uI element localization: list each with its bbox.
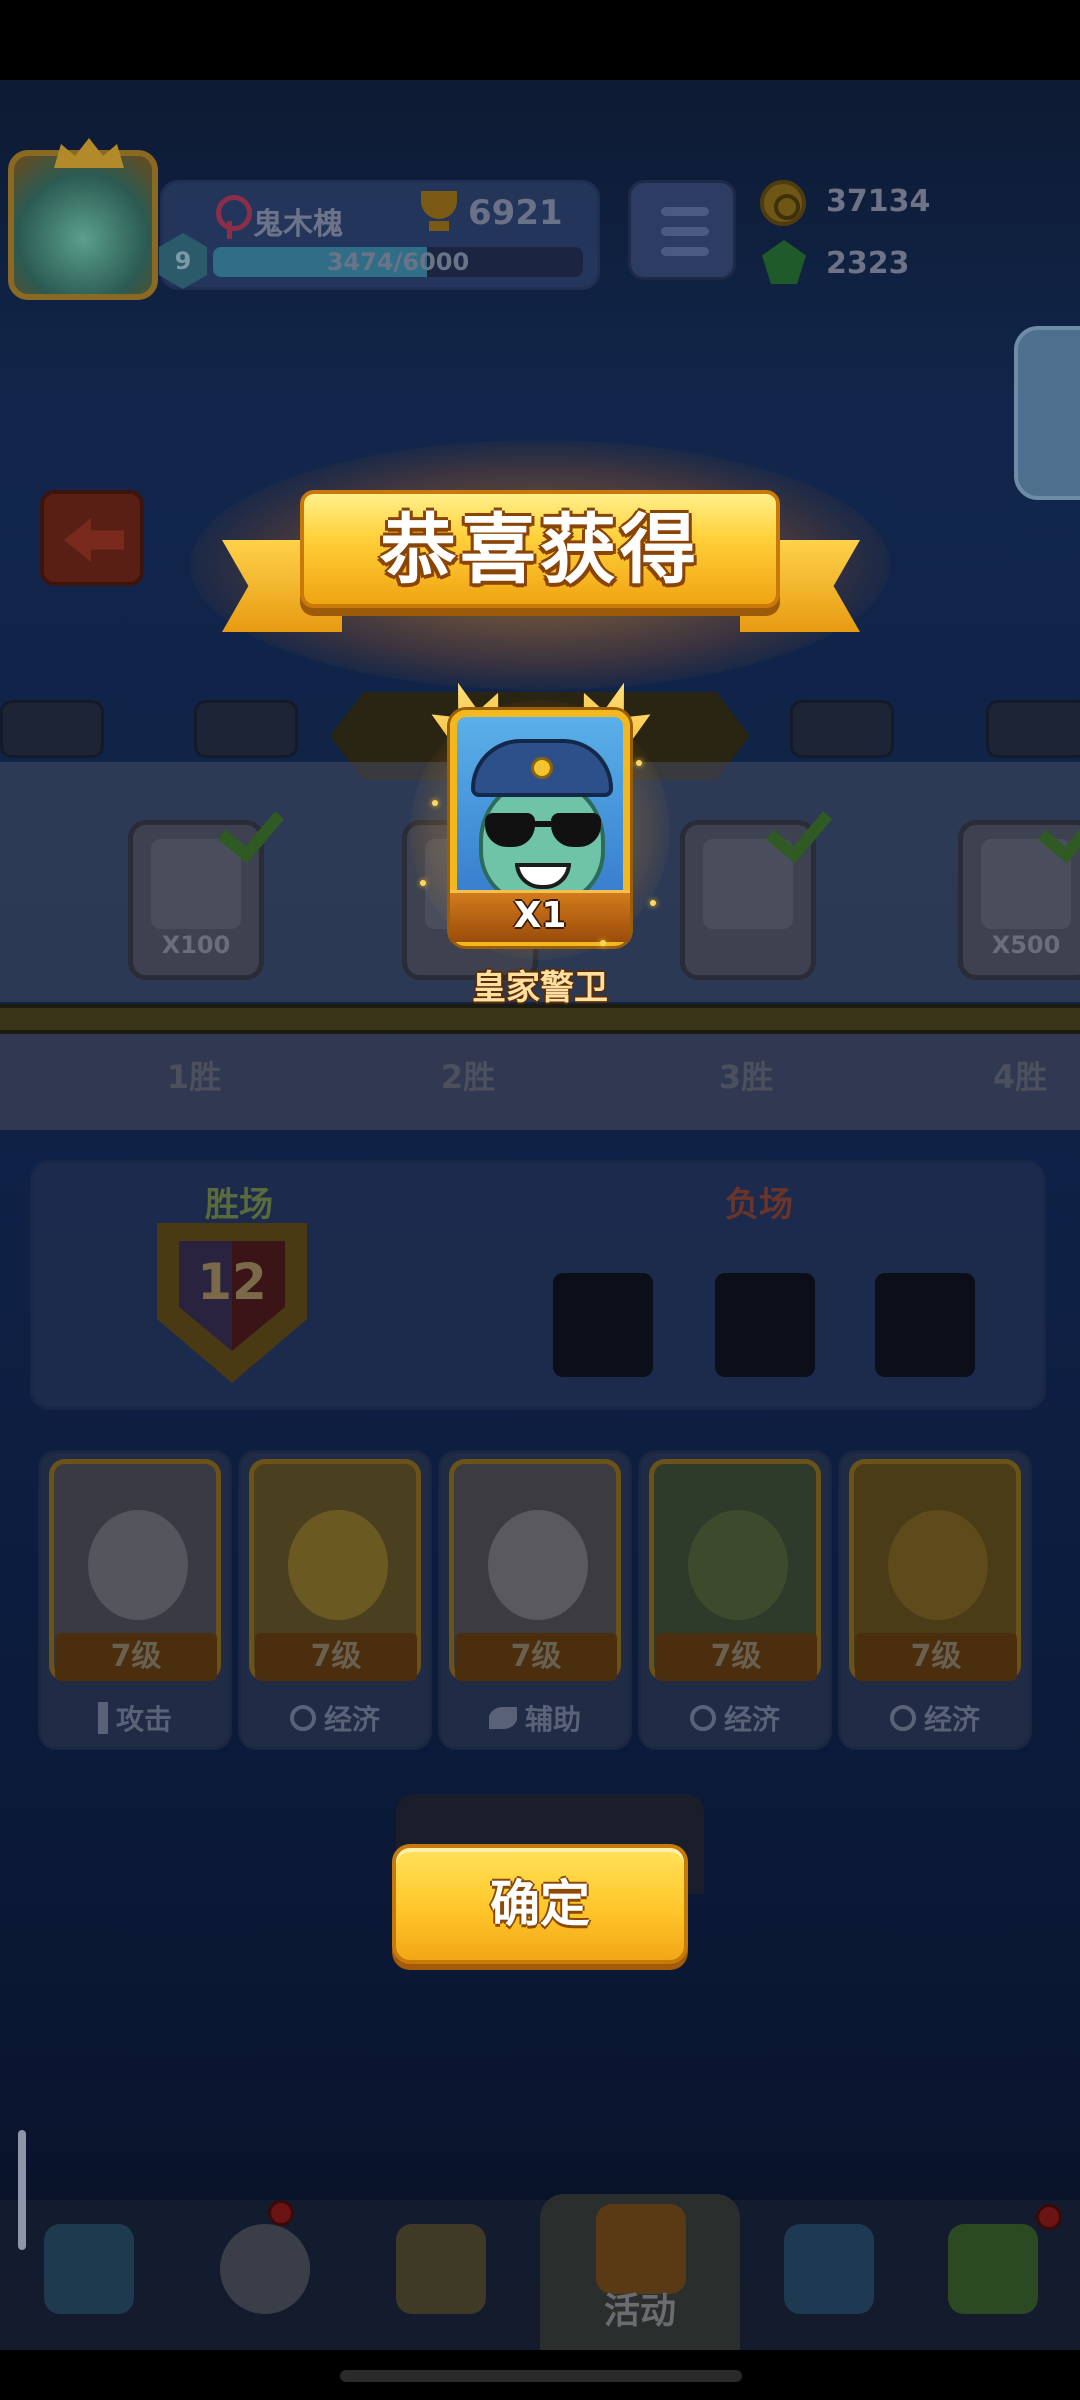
nav-item-chest[interactable]	[0, 2200, 176, 2350]
coin-g-icon	[889, 1705, 916, 1731]
loss-slot	[553, 1273, 653, 1377]
team-icon	[784, 2224, 874, 2314]
hero-role-label: 经济	[323, 1703, 380, 1736]
police-cap-icon	[471, 739, 613, 797]
nav-item-activity[interactable]: 活动	[540, 2194, 740, 2350]
hero-card-3[interactable]: 7级 辅助	[438, 1450, 632, 1750]
loss-slot	[715, 1273, 815, 1377]
menu-button[interactable]	[628, 180, 736, 280]
hero-role-label: 攻击	[115, 1703, 172, 1736]
female-gender-icon	[213, 195, 252, 239]
sparkle-icon	[636, 760, 642, 766]
reward-name: 皇家警卫	[472, 968, 608, 1008]
losses-title: 负场	[725, 1185, 793, 1225]
hero-card-5[interactable]: 7级 经济	[838, 1450, 1032, 1750]
hero-role-label: 经济	[723, 1703, 780, 1736]
reward-quantity: X500	[991, 931, 1061, 959]
match-record-panel: 胜场 负场 12	[30, 1160, 1046, 1410]
coin-g-icon	[289, 1705, 316, 1731]
event-tab[interactable]	[194, 700, 298, 758]
hero-level: 7级	[55, 1633, 217, 1681]
congrats-ribbon: 恭喜获得	[300, 490, 780, 608]
sparkle-icon	[420, 880, 426, 886]
hero-card-2[interactable]: 7级 经济	[238, 1450, 432, 1750]
bottom-navigation: 活动	[0, 2194, 1080, 2350]
coin-icon	[760, 180, 806, 226]
sunglasses-icon	[485, 813, 601, 849]
win-label-3: 3胜	[718, 1058, 774, 1096]
hero-card-1[interactable]: 7级 攻击	[38, 1450, 232, 1750]
hero-level: 7级	[255, 1633, 417, 1681]
coin-g-icon	[689, 1705, 716, 1731]
event-tab[interactable]	[790, 700, 894, 758]
status-bar	[0, 0, 1080, 80]
hero-level: 7级	[455, 1633, 617, 1681]
reward-quantity: X100	[161, 931, 231, 959]
checkmark-icon	[768, 800, 838, 856]
sword-icon	[97, 1702, 108, 1734]
hero-role: 经济	[241, 1693, 429, 1743]
win-label-2: 2胜	[440, 1058, 496, 1096]
player-level: 9	[174, 247, 192, 275]
scroll-indicator[interactable]	[18, 2130, 26, 2250]
level-badge: 9	[158, 233, 208, 289]
xp-progress-bar: 3474/6000	[213, 247, 583, 277]
nav-item-helmet[interactable]	[176, 2200, 352, 2350]
nav-item-team[interactable]	[740, 2200, 916, 2350]
wins-title: 胜场	[205, 1185, 273, 1225]
xp-text: 3474/6000	[326, 248, 470, 276]
loss-slot	[875, 1273, 975, 1377]
win-label-1: 1胜	[166, 1058, 222, 1096]
sparkle-icon	[650, 900, 656, 906]
coin-count: 37134	[826, 184, 931, 219]
confirm-button[interactable]: 确定	[392, 1844, 688, 1964]
hero-role-label: 辅助	[524, 1703, 581, 1736]
hamburger-icon	[661, 207, 709, 216]
hero-card-4[interactable]: 7级 经济	[638, 1450, 832, 1750]
win-label-4: 4胜	[992, 1058, 1048, 1096]
hero-role: 辅助	[441, 1693, 629, 1743]
confirm-label: 确定	[490, 1875, 590, 1933]
hero-level: 7级	[855, 1633, 1017, 1681]
nav-item-gift[interactable]	[904, 2200, 1080, 2350]
modal-title: 恭喜获得	[380, 505, 700, 594]
swords-icon	[396, 2224, 486, 2314]
event-tab[interactable]	[986, 700, 1080, 758]
wins-count: 12	[197, 1253, 267, 1311]
floating-side-button[interactable]	[1014, 326, 1080, 500]
home-indicator[interactable]	[340, 2370, 742, 2382]
hero-role-label: 经济	[923, 1703, 980, 1736]
hero-level: 7级	[655, 1633, 817, 1681]
player-name: 鬼木槐	[253, 207, 343, 242]
checkmark-icon	[1040, 800, 1080, 856]
sparkle-icon	[600, 940, 606, 946]
game-screen: 鬼木槐 6921 9 3474/6000 37134 2323 X100 X50…	[0, 0, 1080, 2400]
crown-shield-icon	[596, 2204, 686, 2294]
trophy-icon	[415, 191, 463, 233]
reward-quantity: X1	[513, 895, 567, 936]
chest-icon	[44, 2224, 134, 2314]
hero-role: 攻击	[41, 1693, 229, 1743]
trophy-count: 6921	[468, 193, 563, 233]
back-button[interactable]	[40, 490, 144, 586]
checkmark-icon	[220, 800, 290, 856]
player-info-panel[interactable]: 鬼木槐 6921 9 3474/6000	[158, 180, 600, 290]
nav-item-battle[interactable]	[352, 2200, 528, 2350]
notification-dot	[1036, 2204, 1062, 2230]
leaf-icon	[488, 1707, 517, 1729]
hero-role: 经济	[841, 1693, 1029, 1743]
event-tab[interactable]	[0, 700, 104, 758]
gem-icon	[762, 240, 806, 284]
sparkle-icon	[432, 800, 438, 806]
gift-icon	[948, 2224, 1038, 2314]
nav-label-activity: 活动	[603, 2291, 676, 2332]
helmet-icon	[220, 2224, 310, 2314]
gem-count: 2323	[826, 246, 910, 281]
hero-role: 经济	[641, 1693, 829, 1743]
notification-dot	[268, 2200, 294, 2226]
player-avatar[interactable]	[8, 138, 158, 300]
crown-icon	[54, 138, 124, 168]
